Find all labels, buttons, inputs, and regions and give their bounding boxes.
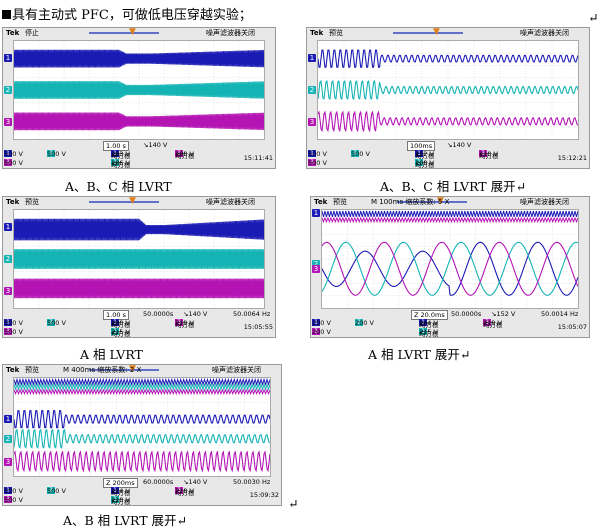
- noise-filter-state: 噪声滤波器关闭: [520, 198, 569, 206]
- zoom-info: M 400ms 缩放系数: 2 X: [63, 366, 142, 374]
- scale-readout: ↘140 V: [143, 141, 168, 149]
- return-mark: ↵: [288, 496, 299, 511]
- channel-3-marker: 3: [312, 265, 320, 273]
- heading-text: 具有主动式 PFC，可做低电压穿越实验；: [12, 8, 252, 23]
- channel-2-marker: 2: [4, 255, 12, 263]
- oscilloscope-panel-ab-lvrt-expand: Tek 预览 ▼ M 400ms 缩放系数: 2 X 噪声滤波器关闭 123 Z…: [2, 364, 282, 506]
- timestamp: 15:05:07: [557, 323, 587, 331]
- brand-label: Tek: [310, 29, 324, 37]
- scope-readout: Z 20.0ms 50.0000s ↘152 V 50.0014 Hz 1 200 V 2…: [312, 310, 587, 338]
- channel-1-marker: 1: [308, 54, 316, 62]
- record-position-bar: [89, 201, 159, 203]
- noise-filter-state: 噪声滤波器关闭: [212, 366, 261, 374]
- scope-readout: 100ms ↘140 V 1 500 V 2 500 V 1 均方根 112 V 3 均方根…: [308, 141, 587, 169]
- record-position-bar: [393, 32, 463, 34]
- channel-2-marker: 2: [308, 86, 316, 94]
- scope-status-bar: Tek 停止 ▼ 噪声滤波器关闭: [3, 27, 275, 38]
- scope-status-bar: Tek 预览 ▼ M 100ms 缩放系数: 5 X 噪声滤波器关闭: [311, 196, 589, 207]
- scope-status-bar: Tek 预览 ▼ 噪声滤波器关闭: [3, 196, 275, 207]
- scope-readout: Z 200ms 60.0000s ↘140 V 50.0030 Hz 1 500 V 25…: [4, 478, 279, 506]
- waveform-plot: [14, 210, 264, 308]
- noise-filter-state: 噪声滤波器关闭: [520, 29, 569, 37]
- trigger-marker-icon: ▼: [433, 27, 440, 37]
- noise-filter-state: 噪声滤波器关闭: [206, 29, 255, 37]
- oscilloscope-panel-abc-lvrt: Tek 停止 ▼ 噪声滤波器关闭 1 2 3 1.00 s ↘140 V 1 500 V …: [2, 27, 276, 169]
- scale-readout: 50.0000s: [143, 310, 174, 318]
- scale-readout: 60.0000s: [143, 478, 174, 486]
- caption-abc-lvrt-expand: A、B、C 相 LVRT 展开↵: [380, 179, 527, 194]
- acquisition-mode: 预览: [329, 29, 343, 37]
- channel-2-marker: 2: [4, 435, 12, 443]
- trigger-marker-icon: ▼: [129, 196, 136, 206]
- brand-label: Tek: [6, 29, 20, 37]
- timestamp: 15:05:55: [243, 323, 273, 331]
- brand-label: Tek: [6, 198, 20, 206]
- waveform-plot: [14, 41, 264, 139]
- scale-readout: 50.0030 Hz: [233, 478, 271, 486]
- scale-readout: ↘140 V: [447, 141, 472, 149]
- waveform-plot: [14, 378, 270, 476]
- noise-filter-state: 噪声滤波器关闭: [206, 198, 255, 206]
- oscilloscope-panel-abc-lvrt-expand: Tek 预览 ▼ 噪声滤波器关闭 1 2 3 100ms ↘140 V 1 500 V 2…: [306, 27, 590, 169]
- channel-1-marker: 1: [4, 415, 12, 423]
- scale-readout: 50.0000s: [451, 310, 482, 318]
- waveform-display: [321, 209, 579, 309]
- channel-3-marker: 3: [4, 458, 12, 466]
- acquisition-mode: 预览: [25, 198, 39, 206]
- zoom-info: M 100ms 缩放系数: 5 X: [371, 198, 450, 206]
- scale-readout: 50.0014 Hz: [541, 310, 579, 318]
- acquisition-mode: 停止: [25, 29, 39, 37]
- waveform-display: [13, 209, 265, 309]
- timestamp: 15:12:21: [557, 154, 587, 162]
- waveform-display: [13, 377, 271, 477]
- timestamp: 15:09:32: [249, 491, 279, 499]
- channel-3-marker: 3: [4, 118, 12, 126]
- brand-label: Tek: [314, 198, 328, 206]
- oscilloscope-panel-a-lvrt: Tek 预览 ▼ 噪声滤波器关闭 123 1.00 s 50.0000s ↘140 …: [2, 196, 276, 338]
- caption-a-lvrt: A 相 LVRT: [80, 347, 143, 362]
- waveform-plot: [318, 41, 578, 139]
- caption-ab-lvrt-expand: A、B 相 LVRT 展开↵: [63, 513, 187, 528]
- record-position-bar: [89, 32, 159, 34]
- scale-readout: 50.0064 Hz: [233, 310, 271, 318]
- acquisition-mode: 预览: [25, 366, 39, 374]
- scope-status-bar: Tek 预览 ▼ M 400ms 缩放系数: 2 X 噪声滤波器关闭: [3, 364, 281, 375]
- caption-abc-lvrt: A、B、C 相 LVRT: [65, 179, 172, 194]
- channel-1-marker: 1: [4, 223, 12, 231]
- acquisition-mode: 预览: [333, 198, 347, 206]
- bullet-square-icon: [2, 10, 11, 19]
- oscilloscope-panel-a-lvrt-expand: Tek 预览 ▼ M 100ms 缩放系数: 5 X 噪声滤波器关闭 123 Z…: [310, 196, 590, 338]
- scale-readout: ↘152 V: [491, 310, 516, 318]
- timestamp: 15:11:41: [243, 154, 273, 162]
- channel-1-marker: 1: [312, 209, 320, 217]
- scope-readout: 1.00 s 50.0000s ↘140 V 50.0064 Hz 1 500 V 2 50…: [4, 310, 273, 338]
- scope-status-bar: Tek 预览 ▼ 噪声滤波器关闭: [307, 27, 589, 38]
- scope-readout: 1.00 s ↘140 V 1 500 V 2 500 V 1 均方根 183 V 3 均方…: [4, 141, 273, 169]
- caption-a-lvrt-expand: A 相 LVRT 展开↵: [368, 347, 471, 362]
- channel-3-marker: 3: [4, 287, 12, 295]
- trigger-marker-icon: ▼: [129, 27, 136, 37]
- scale-readout: ↘140 V: [183, 310, 208, 318]
- channel-1-marker: 1: [4, 54, 12, 62]
- brand-label: Tek: [6, 366, 20, 374]
- section-heading: 具有主动式 PFC，可做低电压穿越实验；: [2, 4, 252, 23]
- scale-readout: ↘140 V: [183, 478, 208, 486]
- waveform-display: [13, 40, 265, 140]
- channel-3-marker: 3: [308, 118, 316, 126]
- waveform-plot: [322, 210, 578, 308]
- channel-2-marker: 2: [4, 86, 12, 94]
- waveform-display: [317, 40, 579, 140]
- return-mark: ↵: [588, 10, 599, 25]
